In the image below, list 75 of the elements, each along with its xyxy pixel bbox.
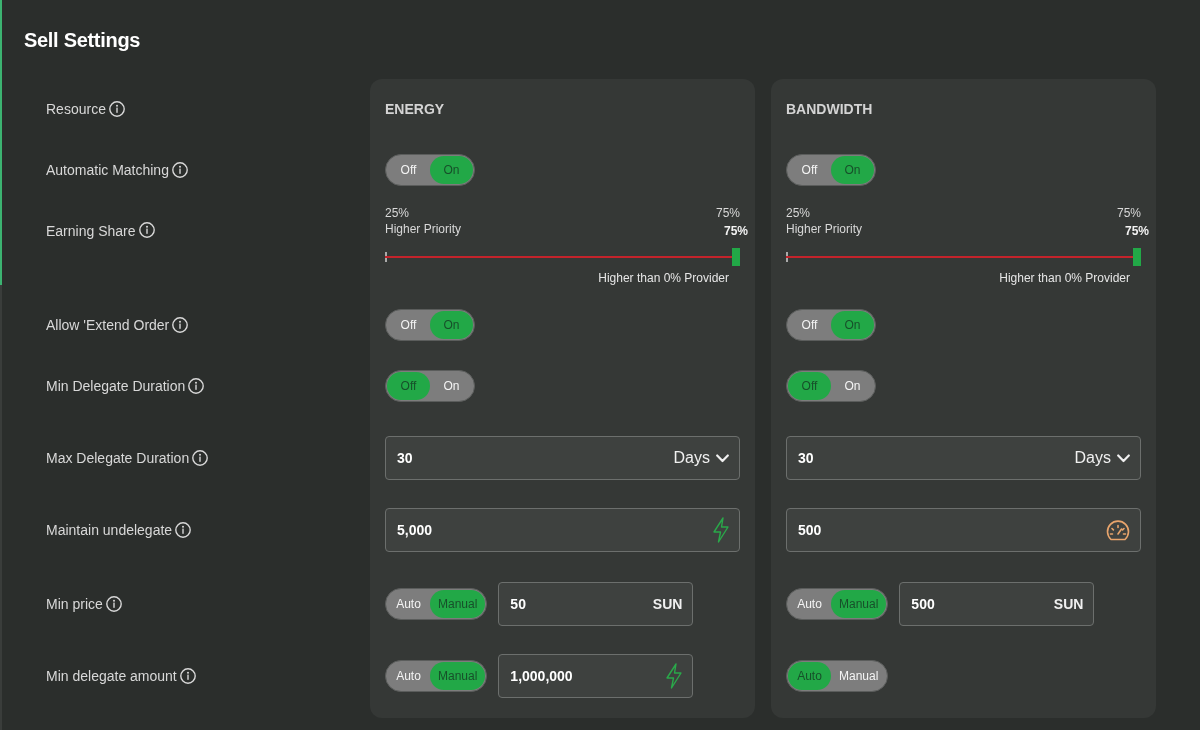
input-field[interactable]: 1,000,000 (498, 654, 694, 698)
page-title: Sell Settings (24, 28, 141, 52)
setting-label: Min delegate amount (46, 667, 177, 685)
toggle-option[interactable]: Auto (387, 662, 430, 690)
caret-icon (1117, 453, 1130, 463)
input-field[interactable]: 5,000 (385, 508, 740, 552)
toggle-option[interactable]: Manual (430, 662, 486, 690)
slider-value: 75% (1125, 223, 1149, 239)
toggle-option[interactable]: On (430, 311, 473, 339)
toggle-option[interactable]: Off (387, 311, 430, 339)
setting-label: Maintain undelegate (46, 521, 173, 539)
toggle-option[interactable]: Manual (831, 662, 887, 690)
info-icon[interactable] (179, 668, 196, 684)
toggle-option[interactable]: On (430, 372, 473, 400)
segmented-toggle[interactable]: Off On (385, 309, 475, 341)
info-icon[interactable] (175, 522, 192, 538)
setting-label: Max Delegate Duration (46, 449, 190, 467)
toggle-option[interactable]: Off (387, 372, 430, 400)
info-icon[interactable] (192, 450, 209, 466)
info-icon[interactable] (108, 101, 125, 117)
toggle-option[interactable]: Manual (831, 590, 887, 618)
segmented-toggle[interactable]: Off On (385, 154, 475, 186)
segmented-toggle[interactable]: Off On (786, 154, 876, 186)
unit-label: SUN (652, 596, 683, 612)
toggle-option[interactable]: Auto (788, 662, 831, 690)
toggle-option[interactable]: Off (387, 156, 430, 184)
toggle-option[interactable]: On (430, 156, 473, 184)
segmented-toggle[interactable]: Auto Manual (385, 588, 488, 620)
range-max-label: 75% (715, 205, 740, 221)
slider-caption: Higher Priority (385, 222, 462, 236)
slider-thumb[interactable] (732, 248, 740, 266)
toggle-option[interactable]: Off (788, 372, 831, 400)
toggle-option[interactable]: Off (788, 156, 831, 184)
toggle-option[interactable]: On (831, 156, 874, 184)
segmented-toggle[interactable]: Auto Manual (786, 660, 889, 692)
slider-note: Higher than 0% Provider (999, 271, 1130, 285)
slider-note: Higher than 0% Provider (598, 271, 729, 285)
setting-label: Earning Share (46, 222, 136, 240)
unit-dropdown[interactable]: Days (673, 449, 729, 467)
toggle-option[interactable]: Auto (788, 590, 831, 618)
toggle-option[interactable]: Off (788, 311, 831, 339)
segmented-toggle[interactable]: Off On (786, 309, 876, 341)
resource-heading: ENERGY (385, 101, 445, 117)
input-field[interactable]: 500 (786, 508, 1141, 552)
info-icon[interactable] (171, 162, 188, 178)
setting-label: Resource (46, 100, 106, 118)
slider-thumb[interactable] (1133, 248, 1141, 266)
gauge-icon (1106, 519, 1130, 541)
slider-caption: Higher Priority (786, 222, 863, 236)
setting-label: Min Delegate Duration (46, 377, 186, 395)
info-icon[interactable] (138, 222, 155, 238)
segmented-toggle[interactable]: Off On (786, 370, 876, 402)
toggle-option[interactable]: Auto (387, 590, 430, 618)
segmented-toggle[interactable]: Off On (385, 370, 475, 402)
segmented-toggle[interactable]: Auto Manual (786, 588, 889, 620)
range-max-label: 75% (1116, 205, 1141, 221)
range-min-label: 25% (385, 205, 410, 221)
lightning-icon (713, 517, 729, 543)
info-icon[interactable] (172, 317, 189, 333)
lightning-icon (666, 663, 683, 689)
segmented-toggle[interactable]: Auto Manual (385, 660, 488, 692)
toggle-option[interactable]: Manual (430, 590, 486, 618)
toggle-option[interactable]: On (831, 311, 874, 339)
caret-icon (716, 453, 729, 463)
unit-dropdown[interactable]: Days (1074, 449, 1130, 467)
resource-heading: BANDWIDTH (786, 101, 873, 117)
toggle-option[interactable]: On (831, 372, 874, 400)
slider-value: 75% (724, 223, 748, 239)
setting-label: Automatic Matching (46, 161, 169, 179)
unit-label: SUN (1053, 596, 1084, 612)
range-min-label: 25% (786, 205, 811, 221)
info-icon[interactable] (105, 596, 122, 612)
setting-label: Min price (46, 595, 103, 613)
setting-label: Allow 'Extend Order (46, 316, 170, 334)
info-icon[interactable] (188, 378, 205, 394)
